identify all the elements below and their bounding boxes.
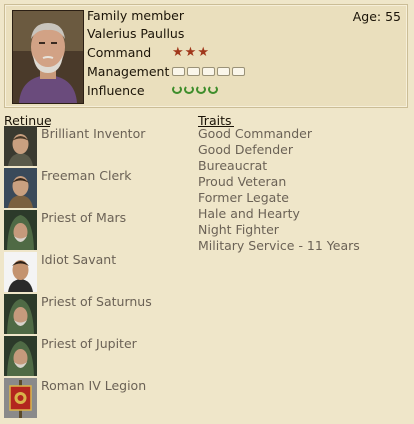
star-icon: ★ [197, 45, 209, 60]
trait-item[interactable]: Military Service - 11 Years [198, 238, 360, 254]
command-label: Command [87, 45, 152, 60]
management-label: Management [87, 64, 170, 79]
clerk-portrait[interactable] [4, 168, 37, 208]
retinue-item-name: Idiot Savant [41, 252, 117, 267]
hooded-priest-portrait[interactable] [4, 294, 37, 334]
retinue-item[interactable]: Idiot Savant [4, 252, 194, 292]
trait-item[interactable]: Proud Veteran [198, 174, 360, 190]
command-rating: ★ ★ ★ [172, 46, 209, 60]
star-icon: ★ [172, 45, 184, 60]
character-name: Valerius Paullus [87, 26, 185, 41]
role-label: Family member [87, 8, 185, 23]
retinue-item-name: Roman IV Legion [41, 378, 147, 393]
inventor-portrait[interactable] [4, 126, 37, 166]
laurel-wreath-icon [184, 85, 194, 94]
trait-item[interactable]: Night Fighter [198, 222, 360, 238]
traits-list: Good Commander Good Defender Bureaucrat Pro… [198, 126, 360, 254]
legion-standard-icon[interactable] [4, 378, 37, 418]
hooded-priest-portrait[interactable] [4, 210, 37, 250]
influence-label: Influence [87, 83, 145, 98]
age-label: Age: 55 [352, 9, 401, 24]
influence-rating [172, 85, 219, 94]
trait-item[interactable]: Good Defender [198, 142, 360, 158]
retinue-item[interactable]: Brilliant Inventor [4, 126, 194, 166]
scroll-icon [217, 67, 230, 76]
trait-item[interactable]: Former Legate [198, 190, 360, 206]
scroll-icon [202, 67, 215, 76]
star-icon: ★ [184, 45, 197, 60]
retinue-item-name: Freeman Clerk [41, 168, 132, 183]
character-portrait [12, 10, 84, 104]
scroll-icon [187, 67, 200, 76]
retinue-item[interactable]: Roman IV Legion [4, 378, 194, 418]
laurel-wreath-icon [196, 85, 206, 94]
retinue-item-name: Priest of Jupiter [41, 336, 137, 351]
laurel-wreath-icon [208, 85, 218, 94]
trait-item[interactable]: Bureaucrat [198, 158, 360, 174]
retinue-item[interactable]: Priest of Saturnus [4, 294, 194, 334]
retinue-item[interactable]: Freeman Clerk [4, 168, 194, 208]
scroll-icon [172, 67, 185, 76]
retinue-item[interactable]: Priest of Jupiter [4, 336, 194, 376]
laurel-wreath-icon [172, 85, 182, 94]
scroll-icon [232, 67, 245, 76]
management-rating [172, 67, 246, 76]
character-info-panel: Family member Age: 55 Valerius Paullus C… [4, 4, 408, 108]
retinue-item-name: Priest of Mars [41, 210, 127, 225]
savant-portrait[interactable] [4, 252, 37, 292]
trait-item[interactable]: Hale and Hearty [198, 206, 360, 222]
retinue-item[interactable]: Priest of Mars [4, 210, 194, 250]
retinue-item-name: Priest of Saturnus [41, 294, 152, 309]
retinue-item-name: Brilliant Inventor [41, 126, 146, 141]
trait-item[interactable]: Good Commander [198, 126, 360, 142]
hooded-priest-portrait[interactable] [4, 336, 37, 376]
